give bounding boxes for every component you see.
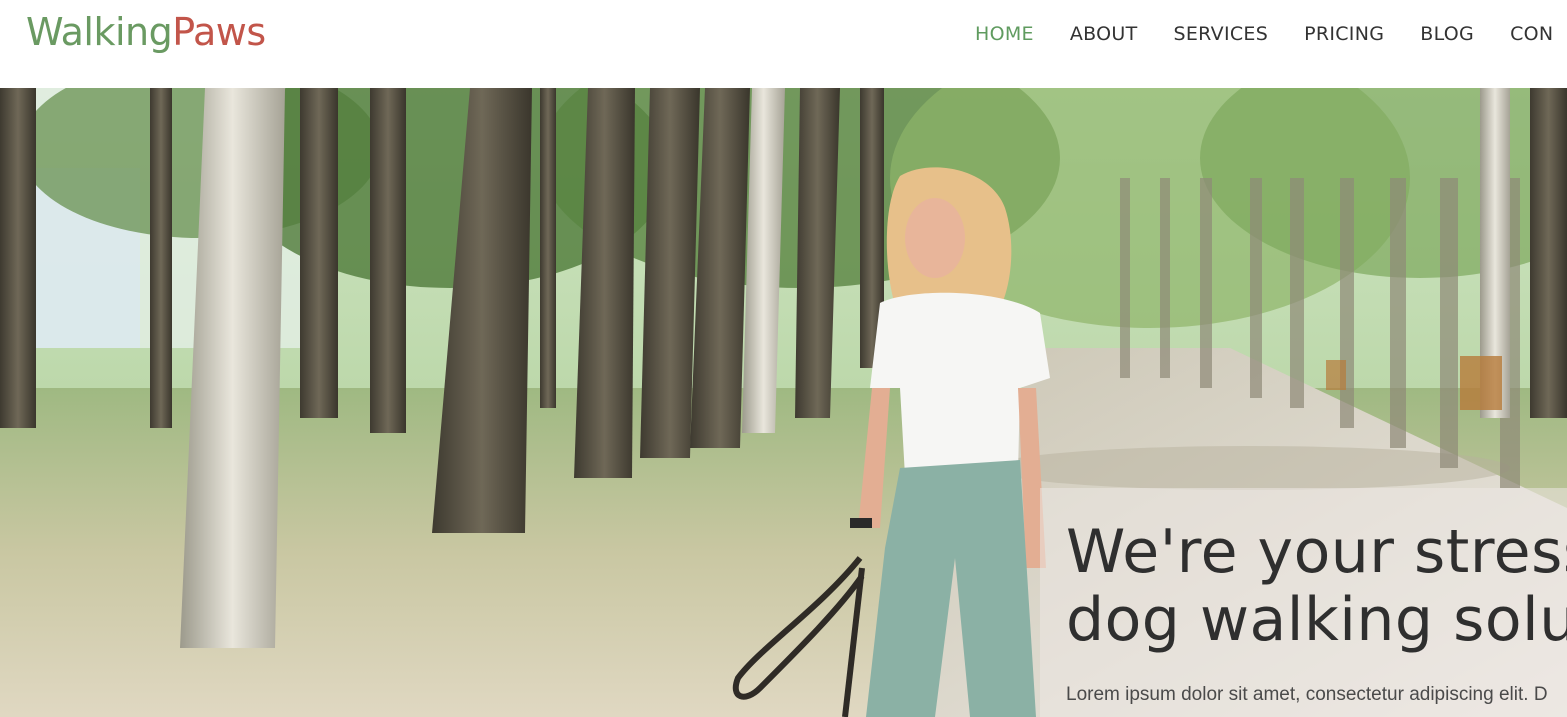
- hero-title: We're your stress- dog walking solu: [1066, 518, 1567, 654]
- hero-section: We're your stress- dog walking solu Lore…: [0, 88, 1567, 717]
- logo-text-paws: Paws: [172, 10, 266, 54]
- nav-contact[interactable]: CON: [1510, 23, 1553, 45]
- main-nav: HOME ABOUT SERVICES PRICING BLOG CON: [975, 23, 1567, 45]
- hero-title-line2: dog walking solu: [1066, 585, 1567, 655]
- nav-about[interactable]: ABOUT: [1070, 23, 1138, 45]
- hero-body-text: Lorem ipsum dolor sit amet, consectetur …: [1066, 684, 1548, 705]
- nav-pricing[interactable]: PRICING: [1304, 23, 1384, 45]
- logo-text-walking: Walking: [26, 10, 173, 54]
- nav-blog[interactable]: BLOG: [1420, 23, 1474, 45]
- hero-title-line1: We're your stress-: [1066, 517, 1567, 587]
- page: WalkingPaws HOME ABOUT SERVICES PRICING …: [0, 0, 1567, 717]
- site-header: WalkingPaws HOME ABOUT SERVICES PRICING …: [0, 0, 1567, 88]
- nav-home[interactable]: HOME: [975, 23, 1034, 45]
- site-logo[interactable]: WalkingPaws: [26, 10, 266, 54]
- nav-services[interactable]: SERVICES: [1174, 23, 1269, 45]
